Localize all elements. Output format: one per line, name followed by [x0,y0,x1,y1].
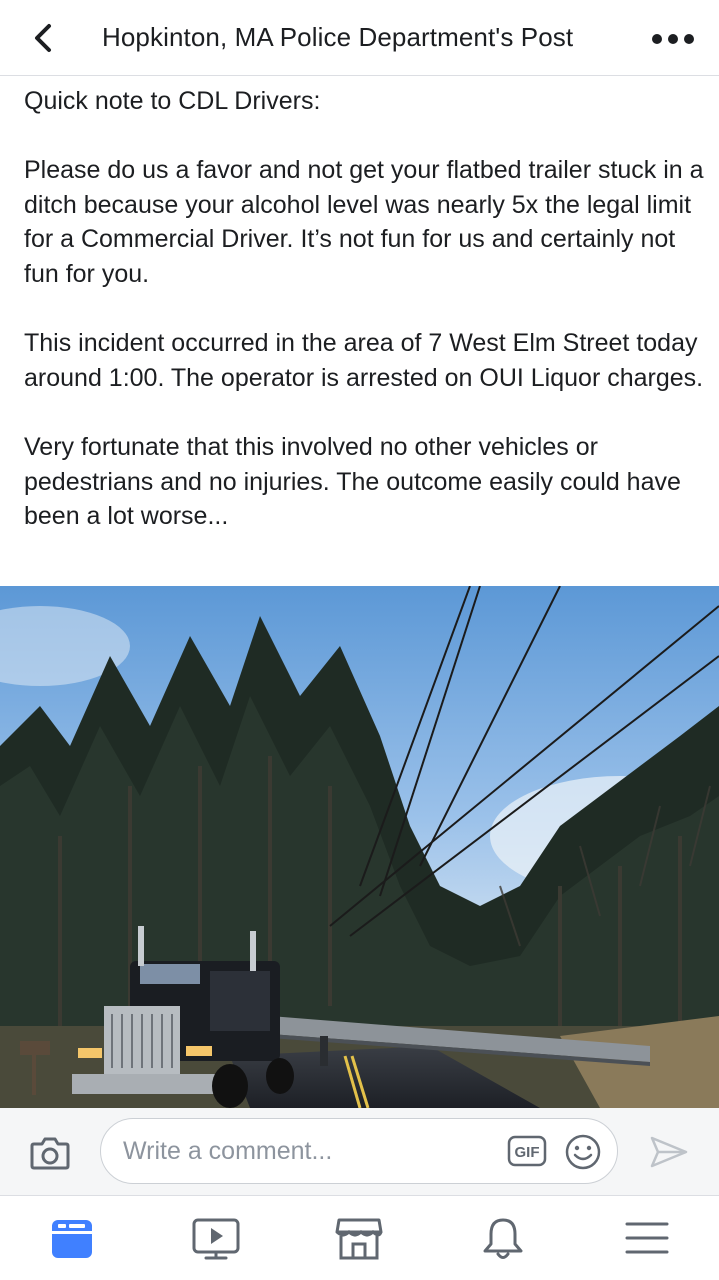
gif-button[interactable]: GIF [507,1133,547,1169]
post-photo[interactable] [0,586,719,1108]
comment-input[interactable]: Write a comment... GIF [100,1118,618,1184]
nav-news-feed[interactable] [46,1214,98,1264]
emoji-button[interactable] [563,1132,603,1172]
news-feed-icon [52,1220,92,1258]
more-options-button[interactable] [648,22,698,56]
comment-placeholder: Write a comment... [123,1137,333,1165]
post-header: Hopkinton, MA Police Department's Post [0,0,719,76]
gif-icon: GIF [507,1135,547,1167]
back-button[interactable] [26,18,66,58]
nav-marketplace[interactable] [333,1214,385,1264]
nav-menu[interactable] [621,1214,673,1264]
more-horizontal-icon [652,34,694,44]
camera-icon [30,1137,70,1170]
bottom-navigation [0,1196,719,1280]
post-intro: Quick note to CDL Drivers: [24,87,321,115]
nav-notifications[interactable] [477,1214,529,1264]
camera-button[interactable] [28,1133,72,1173]
send-icon [650,1136,688,1168]
comment-bar: Write a comment... GIF [0,1108,719,1196]
post-paragraph-1: Please do us a favor and not get your fl… [24,156,704,288]
post-paragraph-3: Very fortunate that this involved no oth… [24,432,681,531]
marketplace-icon [335,1218,383,1260]
page-title: Hopkinton, MA Police Department's Post [102,22,574,52]
send-button[interactable] [648,1132,690,1172]
nav-watch[interactable] [190,1214,242,1264]
post-paragraph-2: This incident occurred in the area of 7 … [24,329,704,392]
watch-video-icon [192,1218,240,1260]
menu-icon [625,1222,669,1254]
gif-label: GIF [515,1144,540,1161]
chevron-left-icon [35,24,51,52]
truck-scene-image [0,586,719,1108]
notifications-bell-icon [483,1218,523,1259]
post-body: Quick note to CDL Drivers: Please do us … [24,84,704,534]
smiley-icon [565,1134,601,1170]
